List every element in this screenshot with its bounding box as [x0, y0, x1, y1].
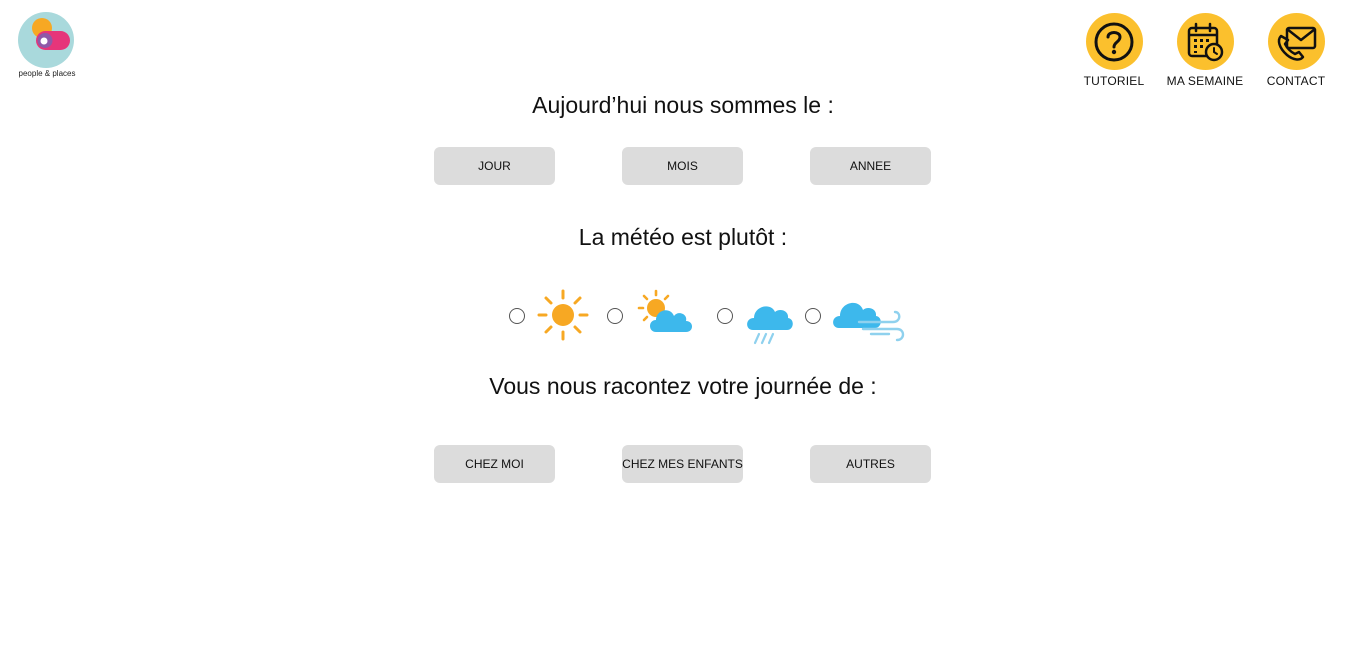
weather-radio-sunny[interactable] — [509, 308, 525, 324]
logo-mark — [18, 12, 74, 68]
story-heading: Vous nous racontez votre journée de : — [489, 373, 877, 399]
nav-tutoriel-circle[interactable] — [1085, 13, 1143, 70]
logo[interactable]: people & places — [16, 12, 78, 82]
year-button[interactable]: ANNEE — [810, 147, 931, 185]
chez-mes-enfants-button[interactable]: CHEZ MES ENFANTS — [622, 445, 743, 483]
chez-moi-button[interactable]: CHEZ MOI — [434, 445, 555, 483]
nav-contact-circle[interactable] — [1267, 13, 1325, 70]
autres-button[interactable]: AUTRES — [810, 445, 931, 483]
date-heading: Aujourd’hui nous sommes le : — [532, 92, 834, 118]
weather-heading: La météo est plutôt : — [578, 224, 788, 250]
sun-icon[interactable] — [536, 288, 590, 342]
page: people & places TUTORIEL MA SEMAINE CONT… — [0, 0, 1366, 658]
month-button[interactable]: MOIS — [622, 147, 743, 185]
day-button[interactable]: JOUR — [434, 147, 555, 185]
nav-ma-semaine-circle[interactable] — [1176, 13, 1234, 70]
nav-contact-label: CONTACT — [1266, 74, 1326, 88]
question-icon — [1094, 22, 1134, 61]
calendar-clock-icon — [1187, 22, 1224, 61]
wind-cloud-icon[interactable] — [831, 296, 905, 344]
logo-text: people & places — [18, 69, 76, 78]
weather-radio-rainy[interactable] — [717, 308, 733, 324]
weather-radio-partly-cloudy[interactable] — [607, 308, 623, 324]
sun-cloud-icon[interactable] — [634, 288, 696, 336]
nav-tutoriel[interactable]: TUTORIEL — [1069, 13, 1159, 88]
envelope-phone-icon — [1277, 26, 1317, 61]
weather-radio-windy[interactable] — [805, 308, 821, 324]
nav-ma-semaine-label: MA SEMAINE — [1166, 74, 1244, 88]
nav-ma-semaine[interactable]: MA SEMAINE — [1160, 13, 1250, 88]
nav-contact[interactable]: CONTACT — [1251, 13, 1341, 88]
rain-cloud-icon[interactable] — [745, 298, 793, 346]
nav-tutoriel-label: TUTORIEL — [1083, 74, 1145, 88]
